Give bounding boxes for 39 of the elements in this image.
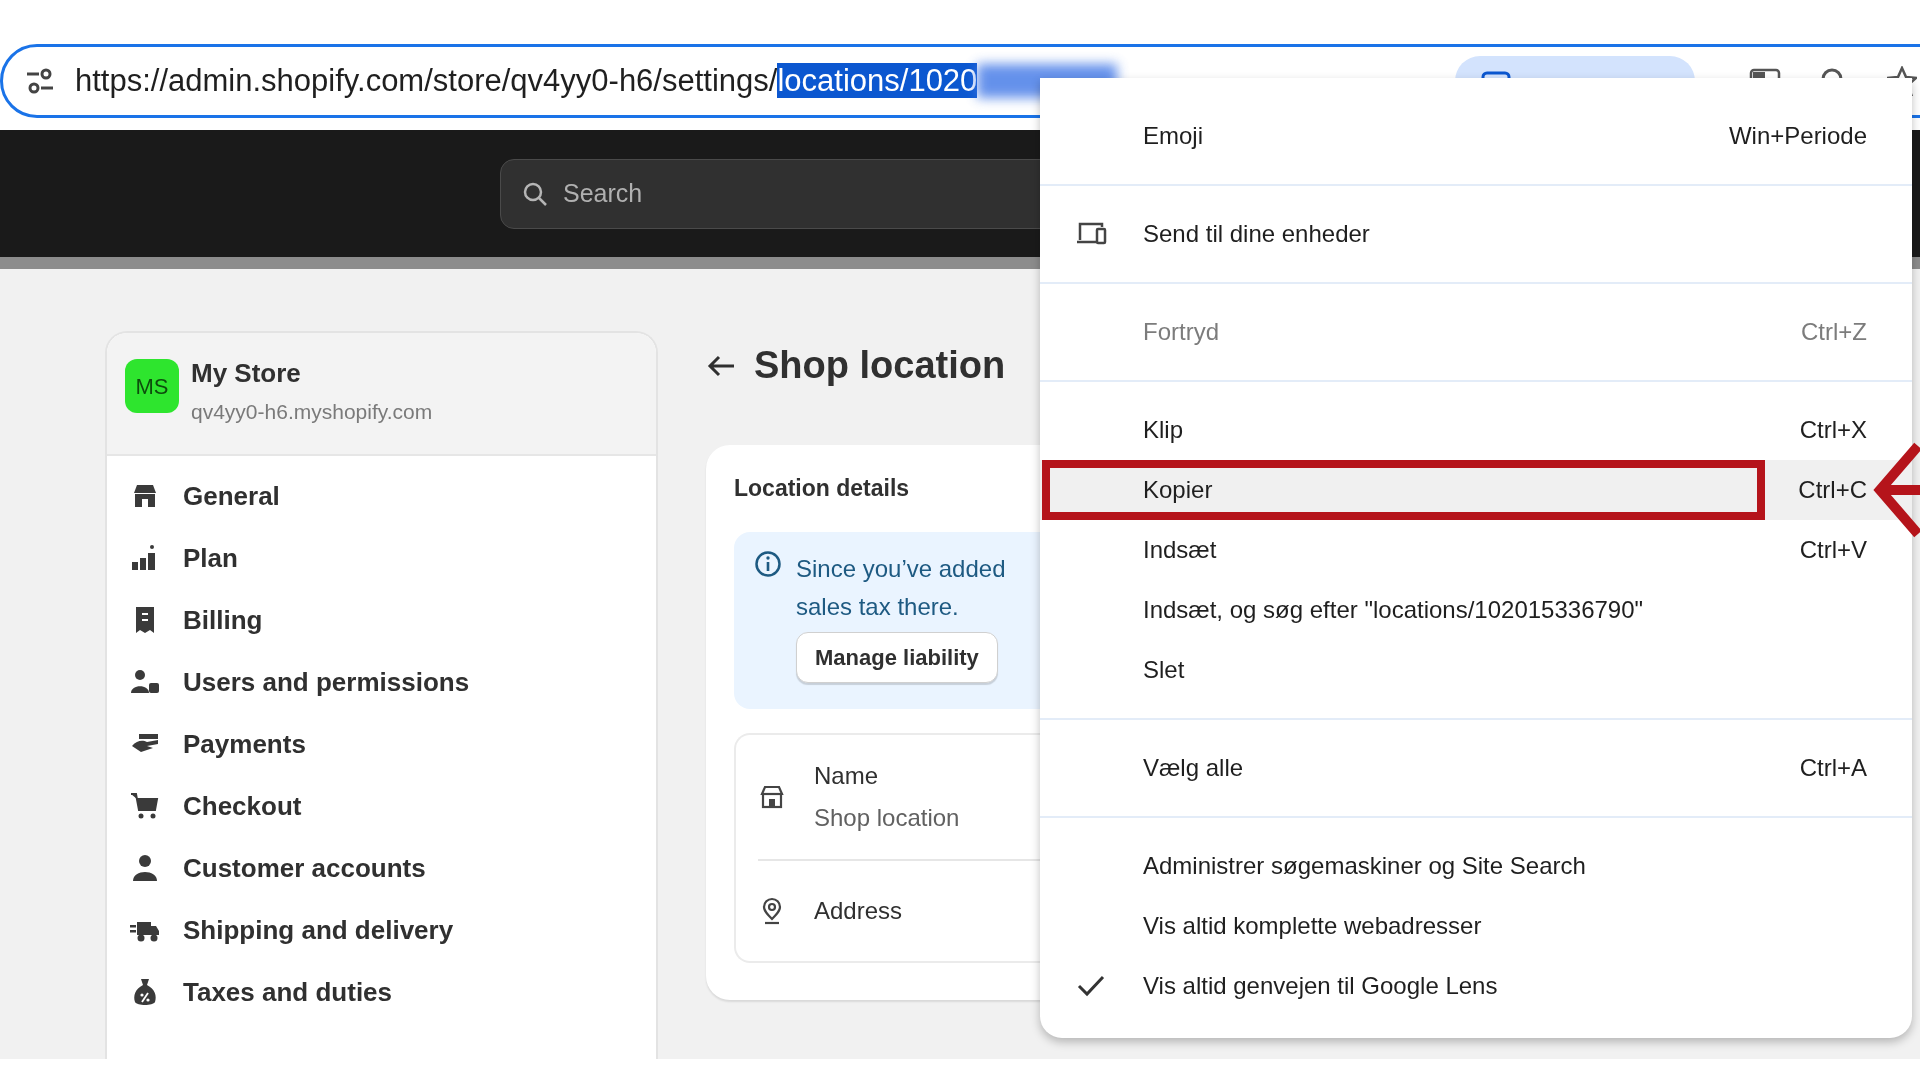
back-arrow-icon[interactable]	[706, 354, 736, 378]
field-label: Address	[814, 895, 903, 926]
menu-item[interactable]: Indsæt Ctrl+V	[1040, 520, 1912, 580]
shortcut-text: Ctrl+A	[1799, 753, 1867, 783]
sidebar-item[interactable]: Plan	[129, 527, 656, 589]
sidebar-item[interactable]: Taxes and duties	[129, 961, 656, 1023]
field-value: Shop location	[814, 802, 960, 833]
sidebar-item[interactable]: Billing	[129, 589, 656, 651]
store-name: My Store	[191, 359, 302, 388]
store-domain: qv4yy0-h6.myshopify.com	[191, 398, 433, 425]
banner-text: sales tax there.	[796, 591, 960, 622]
sidebar-item[interactable]: Shipping and delivery	[129, 899, 656, 961]
menu-item[interactable]: Vis altid genvejen til Google Lens	[1040, 956, 1912, 1016]
banner-text: Since you’ve added	[796, 553, 1006, 584]
menu-item[interactable]: Klip Ctrl+X	[1040, 400, 1912, 460]
menu-item[interactable]: Slet	[1040, 640, 1912, 700]
menu-item[interactable]: Administrer søgemaskiner og Site Search	[1040, 836, 1912, 896]
shortcut-text: Ctrl+C	[1798, 475, 1867, 505]
field-label: Name	[814, 760, 880, 791]
sidebar-item[interactable]: Checkout	[129, 775, 656, 837]
info-icon	[754, 549, 782, 578]
menu-item[interactable]: Vælg alle Ctrl+A	[1040, 738, 1912, 798]
page-title: Shop location	[754, 343, 1006, 389]
menu-item[interactable]: Kopier Ctrl+C	[1040, 460, 1912, 520]
menu-item[interactable]: Vis altid komplette webadresser	[1040, 896, 1912, 956]
url-text: https://admin.shopify.com/store/qv4yy0-h6/settings/locations/1020	[75, 61, 978, 100]
sidebar-item[interactable]: General	[129, 465, 656, 527]
card-title: Location details	[734, 474, 911, 503]
sidebar-item[interactable]: Payments	[129, 713, 656, 775]
tune-icon[interactable]	[25, 68, 55, 94]
menu-item[interactable]: Indsæt, og søg efter "locations/102015336790"	[1040, 580, 1912, 640]
store-avatar: MS	[125, 359, 179, 413]
shortcut-text: Ctrl+X	[1799, 415, 1867, 445]
sidebar-item[interactable]: Users and permissions	[129, 651, 656, 713]
sidebar-item[interactable]: Customer accounts	[129, 837, 656, 899]
manage-liability-button[interactable]: Manage liability	[796, 632, 998, 684]
shortcut-text: Ctrl+Z	[1801, 317, 1867, 347]
shortcut-text: Ctrl+V	[1799, 535, 1867, 565]
shortcut-text: Win+Periode	[1728, 121, 1867, 151]
